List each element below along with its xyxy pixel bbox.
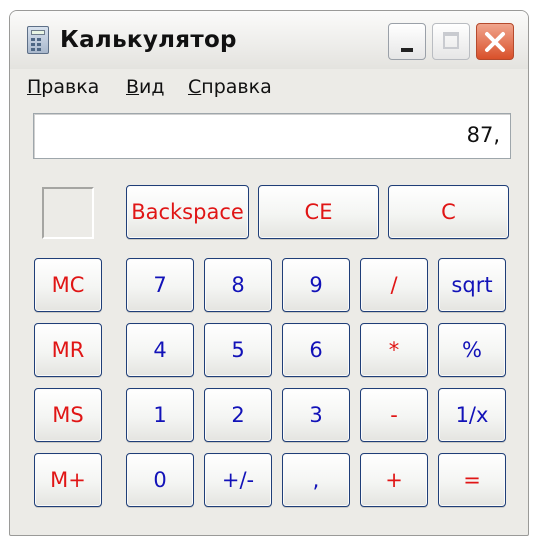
close-icon — [485, 32, 505, 52]
equals-button[interactable]: = — [438, 453, 506, 507]
sqrt-button[interactable]: sqrt — [438, 258, 506, 312]
display-value: 87, — [466, 123, 500, 147]
maximize-button[interactable] — [432, 23, 470, 60]
clear-entry-button[interactable]: CE — [258, 185, 379, 239]
multiply-button[interactable]: * — [360, 323, 428, 377]
memory-recall-button[interactable]: MR — [34, 323, 102, 377]
digit-0-button[interactable]: 0 — [126, 453, 194, 507]
digit-5-button[interactable]: 5 — [204, 323, 272, 377]
menu-edit[interactable]: Правка — [27, 76, 99, 98]
negate-button[interactable]: +/- — [204, 453, 272, 507]
minimize-button[interactable] — [388, 23, 426, 60]
calculator-app-icon[interactable] — [27, 26, 49, 54]
decimal-separator-button[interactable]: , — [282, 453, 350, 507]
divide-button[interactable]: / — [360, 258, 428, 312]
memory-store-button[interactable]: MS — [34, 388, 102, 442]
reciprocal-button[interactable]: 1/x — [438, 388, 506, 442]
subtract-button[interactable]: - — [360, 388, 428, 442]
close-button[interactable] — [476, 23, 514, 60]
memory-add-button[interactable]: M+ — [34, 453, 102, 507]
add-button[interactable]: + — [360, 453, 428, 507]
menu-help[interactable]: Справка — [188, 76, 272, 98]
menu-bar: Правка Вид Справка — [10, 69, 528, 103]
digit-1-button[interactable]: 1 — [126, 388, 194, 442]
calculator-display: 87, — [33, 113, 511, 159]
percent-button[interactable]: % — [438, 323, 506, 377]
digit-7-button[interactable]: 7 — [126, 258, 194, 312]
digit-4-button[interactable]: 4 — [126, 323, 194, 377]
digit-8-button[interactable]: 8 — [204, 258, 272, 312]
digit-6-button[interactable]: 6 — [282, 323, 350, 377]
memory-clear-button[interactable]: MC — [34, 258, 102, 312]
clear-button[interactable]: C — [388, 185, 509, 239]
menu-view[interactable]: Вид — [126, 76, 165, 98]
digit-3-button[interactable]: 3 — [282, 388, 350, 442]
window-title: Калькулятор — [60, 27, 237, 53]
digit-9-button[interactable]: 9 — [282, 258, 350, 312]
backspace-button[interactable]: Backspace — [126, 185, 249, 239]
digit-2-button[interactable]: 2 — [204, 388, 272, 442]
memory-indicator — [42, 187, 94, 239]
calculator-window: Калькулятор Правка Вид Справка 87, Backs… — [9, 10, 529, 536]
title-bar[interactable]: Калькулятор — [10, 11, 528, 70]
